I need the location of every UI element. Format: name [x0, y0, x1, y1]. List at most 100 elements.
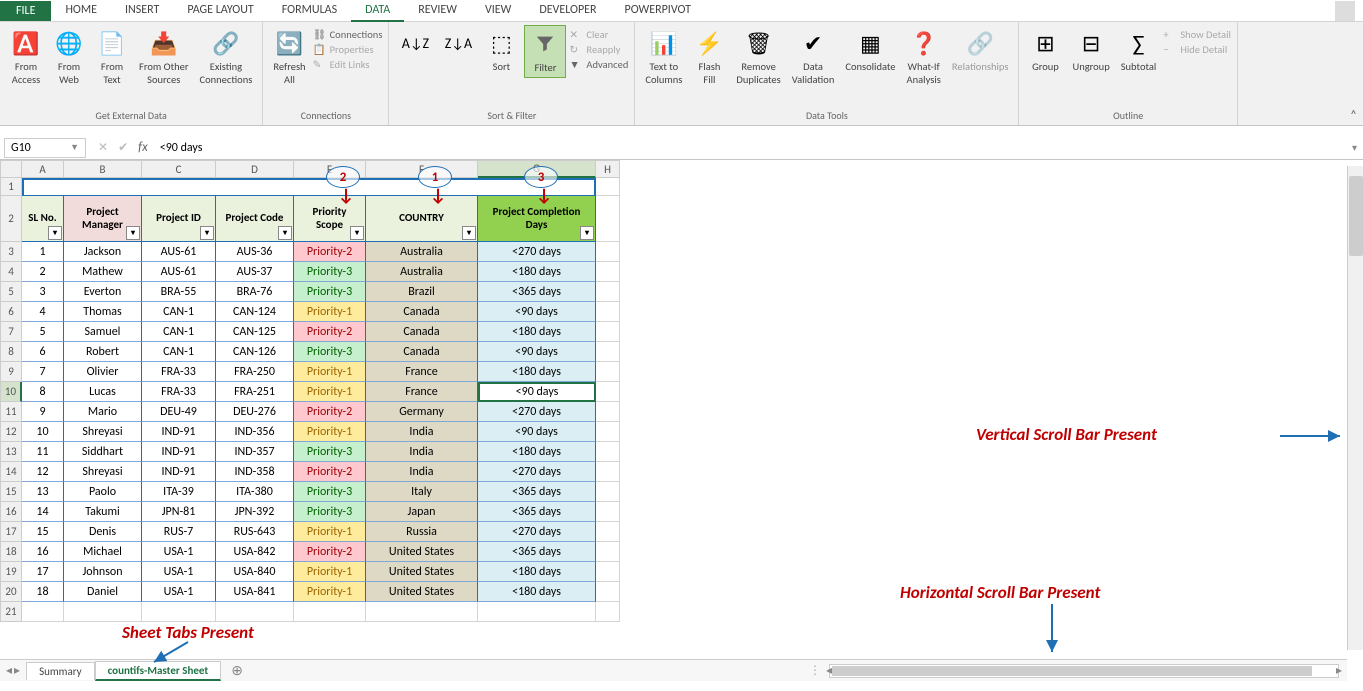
table-cell[interactable]: 16 — [22, 542, 64, 562]
whatif-button[interactable]: ❓What-IfAnalysis — [903, 25, 945, 88]
hide-detail-button[interactable]: −Hide Detail — [1163, 43, 1231, 56]
ribbon-tab-insert[interactable]: INSERT — [111, 0, 173, 22]
consolidate-button[interactable]: ▦Consolidate — [841, 25, 899, 76]
table-cell[interactable]: 3 — [22, 282, 64, 302]
table-cell[interactable]: 1 — [22, 242, 64, 262]
table-cell[interactable]: <90 days — [478, 342, 596, 362]
table-cell[interactable]: Brazil — [366, 282, 478, 302]
filter-dropdown-button[interactable]: ▾ — [48, 226, 62, 240]
row-header-6[interactable]: 6 — [0, 302, 22, 322]
table-cell[interactable]: 17 — [22, 562, 64, 582]
table-cell[interactable]: Priority-3 — [294, 442, 366, 462]
table-cell[interactable]: <180 days — [478, 562, 596, 582]
show-detail-button[interactable]: +Show Detail — [1163, 28, 1231, 41]
table-cell[interactable]: 2 — [22, 262, 64, 282]
table-cell[interactable]: <90 days — [478, 422, 596, 442]
filter-dropdown-button[interactable]: ▾ — [278, 226, 292, 240]
ribbon-tab-developer[interactable]: DEVELOPER — [525, 0, 610, 22]
table-cell[interactable]: Johnson — [64, 562, 142, 582]
table-cell[interactable]: JPN-81 — [142, 502, 216, 522]
edit-links-button[interactable]: ✎Edit Links — [313, 58, 383, 71]
table-cell[interactable]: Priority-3 — [294, 482, 366, 502]
table-cell[interactable]: Priority-1 — [294, 422, 366, 442]
table-cell[interactable]: AUS-61 — [142, 262, 216, 282]
row-header-5[interactable]: 5 — [0, 282, 22, 302]
table-cell[interactable]: ITA-39 — [142, 482, 216, 502]
table-cell[interactable]: Priority-1 — [294, 562, 366, 582]
table-cell[interactable]: Australia — [366, 262, 478, 282]
accept-icon[interactable]: ✔ — [118, 140, 128, 155]
table-cell[interactable]: 5 — [22, 322, 64, 342]
grid[interactable]: SL No.▾Project Manager▾Project ID▾Projec… — [22, 178, 620, 622]
table-cell[interactable]: BRA-55 — [142, 282, 216, 302]
merged-blank-cell[interactable] — [22, 178, 596, 196]
row-header-11[interactable]: 11 — [0, 402, 22, 422]
table-cell[interactable]: <180 days — [478, 582, 596, 602]
row-header-19[interactable]: 19 — [0, 562, 22, 582]
table-cell[interactable]: AUS-37 — [216, 262, 294, 282]
filter-dropdown-button[interactable]: ▾ — [200, 226, 214, 240]
table-cell[interactable]: 6 — [22, 342, 64, 362]
table-header-d[interactable]: Project Code▾ — [216, 196, 294, 242]
table-cell[interactable]: Denis — [64, 522, 142, 542]
table-cell[interactable]: BRA-76 — [216, 282, 294, 302]
table-cell[interactable]: <270 days — [478, 522, 596, 542]
data-validation-button[interactable]: ✔DataValidation — [788, 25, 839, 88]
table-cell[interactable]: United States — [366, 542, 478, 562]
table-cell[interactable]: Japan — [366, 502, 478, 522]
table-cell[interactable]: FRA-251 — [216, 382, 294, 402]
table-cell[interactable]: IND-91 — [142, 462, 216, 482]
table-cell[interactable]: Priority-2 — [294, 402, 366, 422]
table-cell[interactable]: <180 days — [478, 262, 596, 282]
table-header-f[interactable]: COUNTRY▾ — [366, 196, 478, 242]
table-cell[interactable]: IND-356 — [216, 422, 294, 442]
sort-asc-button[interactable]: A↓Z — [395, 25, 435, 61]
column-header-C[interactable]: C — [142, 160, 216, 178]
table-cell[interactable]: Paolo — [64, 482, 142, 502]
column-header-B[interactable]: B — [64, 160, 142, 178]
ribbon-tab-home[interactable]: HOME — [51, 0, 111, 22]
row-header-21[interactable]: 21 — [0, 602, 22, 622]
table-cell[interactable]: Daniel — [64, 582, 142, 602]
table-cell[interactable]: CAN-1 — [142, 342, 216, 362]
table-cell[interactable]: <270 days — [478, 402, 596, 422]
relationships-button[interactable]: 🔗Relationships — [948, 25, 1013, 76]
table-cell[interactable]: Robert — [64, 342, 142, 362]
table-cell[interactable]: Priority-2 — [294, 462, 366, 482]
table-cell[interactable]: IND-357 — [216, 442, 294, 462]
table-cell[interactable]: <180 days — [478, 442, 596, 462]
table-cell[interactable]: France — [366, 382, 478, 402]
table-cell[interactable]: 18 — [22, 582, 64, 602]
ribbon-tab-powerpivot[interactable]: POWERPIVOT — [611, 0, 705, 22]
row-header-15[interactable]: 15 — [0, 482, 22, 502]
table-cell[interactable]: CAN-124 — [216, 302, 294, 322]
table-cell[interactable]: India — [366, 422, 478, 442]
file-tab[interactable]: FILE — [0, 1, 51, 21]
collapse-ribbon-button[interactable]: ˄ — [1350, 108, 1357, 123]
sort-desc-button[interactable]: Z↓A — [438, 25, 478, 61]
from-other-sources-button[interactable]: 📥From OtherSources — [135, 25, 193, 88]
table-cell[interactable]: 14 — [22, 502, 64, 522]
table-cell[interactable]: Priority-2 — [294, 322, 366, 342]
table-cell[interactable]: JPN-392 — [216, 502, 294, 522]
table-header-a[interactable]: SL No.▾ — [22, 196, 64, 242]
row-header-10[interactable]: 10 — [0, 382, 22, 402]
from-text-button[interactable]: 📄FromText — [92, 25, 132, 88]
filter-dropdown-button[interactable]: ▾ — [350, 226, 364, 240]
table-cell[interactable]: <180 days — [478, 322, 596, 342]
table-cell[interactable]: <270 days — [478, 242, 596, 262]
remove-duplicates-button[interactable]: 🗑RemoveDuplicates — [732, 25, 784, 88]
column-header-A[interactable]: A — [22, 160, 64, 178]
table-cell[interactable]: Mario — [64, 402, 142, 422]
table-cell[interactable]: Priority-1 — [294, 302, 366, 322]
group-button[interactable]: ⊞Group — [1025, 25, 1065, 76]
table-cell[interactable]: Germany — [366, 402, 478, 422]
ribbon-tab-formulas[interactable]: FORMULAS — [268, 0, 351, 22]
name-box[interactable]: G10▼ — [4, 138, 86, 158]
ribbon-tab-view[interactable]: VIEW — [471, 0, 525, 22]
table-cell[interactable]: Michael — [64, 542, 142, 562]
table-cell[interactable]: United States — [366, 562, 478, 582]
table-cell[interactable]: <270 days — [478, 462, 596, 482]
flash-fill-button[interactable]: ⚡FlashFill — [689, 25, 729, 88]
table-cell[interactable]: Canada — [366, 302, 478, 322]
